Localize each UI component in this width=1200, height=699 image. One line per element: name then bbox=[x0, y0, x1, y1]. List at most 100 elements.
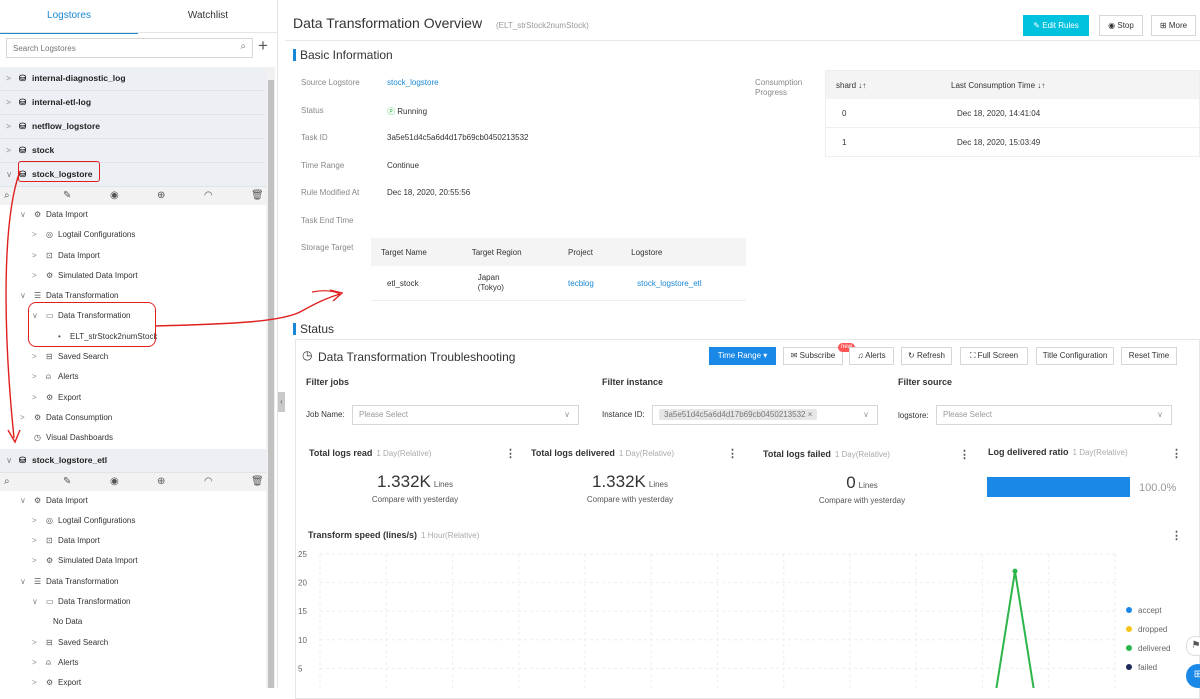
edit-icon[interactable]: ✎ bbox=[63, 476, 71, 488]
kebab-menu-icon[interactable]: ⋮ bbox=[1171, 529, 1182, 542]
kebab-menu-icon[interactable]: ⋮ bbox=[959, 448, 970, 461]
tree-node[interactable]: > ◎ Logtail Configurations bbox=[0, 511, 266, 531]
stop-button[interactable]: ◉ Stop bbox=[1099, 15, 1143, 36]
chevron-down-icon: ∨ bbox=[6, 169, 13, 179]
status-section-title: Status bbox=[300, 322, 335, 336]
chevron-down-icon: ∨ bbox=[32, 597, 38, 607]
gear-icon: ⚙ bbox=[46, 392, 54, 402]
filter-instance-title: Filter instance bbox=[602, 377, 664, 387]
instance-id-select[interactable]: 3a5e51d4c5a6d4d17b69cb0450213532 × ∨ bbox=[652, 405, 878, 425]
tree-node[interactable]: > ⊡ Data Import bbox=[0, 531, 266, 551]
section-marker bbox=[293, 49, 296, 61]
folder-icon: ▭ bbox=[46, 597, 54, 607]
locate-icon[interactable]: ⊕ bbox=[157, 190, 165, 202]
logstore-item-expanded[interactable]: ∨ ⛁ stock_logstore_etl bbox=[0, 448, 266, 473]
kebab-menu-icon[interactable]: ⋮ bbox=[505, 447, 516, 460]
tree-node[interactable]: > ⊟ Saved Search bbox=[0, 347, 266, 367]
title-configuration-button[interactable]: Title Configuration bbox=[1036, 347, 1114, 365]
target-logstore-link[interactable]: stock_logstore_etl bbox=[621, 266, 746, 301]
tree-node[interactable]: > ⚙ Data Consumption bbox=[0, 408, 266, 428]
tab-logstores[interactable]: Logstores bbox=[0, 0, 138, 34]
eye-icon[interactable]: ◉ bbox=[110, 190, 119, 202]
legend-marker bbox=[1126, 626, 1132, 632]
chevron-right-icon: > bbox=[32, 392, 37, 402]
logstore-item[interactable]: > ⛁ internal-diagnostic_log bbox=[0, 67, 266, 91]
logstore-item[interactable]: > ⛁ stock bbox=[0, 139, 266, 163]
table-row: etl_stock Japan (Tokyo) tecblog stock_log… bbox=[371, 266, 746, 301]
tree-node[interactable]: > ⊡ Data Import bbox=[0, 246, 266, 266]
tree-node[interactable]: ◷ Visual Dashboards bbox=[0, 428, 266, 448]
gauge-icon[interactable]: ◠ bbox=[204, 476, 213, 488]
chevron-down-icon: ∨ bbox=[564, 410, 570, 419]
sidebar-scrollbar-thumb[interactable] bbox=[268, 80, 274, 688]
tree-node[interactable]: > ◎ Logtail Configurations bbox=[0, 225, 266, 245]
reset-time-button[interactable]: Reset Time bbox=[1121, 347, 1177, 365]
search-icon[interactable]: ⌕ bbox=[4, 190, 10, 202]
series-line-delivered bbox=[995, 571, 1035, 688]
time-range-button[interactable]: Time Range ▾ bbox=[709, 347, 776, 365]
main-content: Data Transformation Overview (ELT_strSto… bbox=[285, 0, 1200, 699]
remove-tag-icon[interactable]: × bbox=[808, 410, 813, 419]
gauge-icon[interactable]: ◠ bbox=[204, 190, 213, 202]
tree-node[interactable]: > ⍝ Alerts bbox=[0, 367, 266, 387]
locate-icon[interactable]: ⊕ bbox=[157, 476, 165, 488]
trash-icon[interactable]: 🗑 bbox=[251, 476, 264, 488]
tree-node[interactable]: ∨ ▭ Data Transformation bbox=[0, 592, 266, 612]
kebab-menu-icon[interactable]: ⋮ bbox=[1171, 447, 1182, 460]
tree-node-label: Data Import bbox=[58, 250, 100, 260]
edit-rules-button[interactable]: ✎ Edit Rules bbox=[1023, 15, 1089, 36]
project-link[interactable]: tecblog bbox=[558, 266, 622, 301]
tree-node[interactable]: No Data bbox=[0, 612, 266, 632]
tree-node[interactable]: > ⚙ Export bbox=[0, 673, 266, 688]
tree-node[interactable]: > ⊟ Saved Search bbox=[0, 633, 266, 653]
kpi-title: Log delivered ratio 1 Day(Relative) bbox=[988, 447, 1128, 457]
tree-node[interactable]: > ⚙ Simulated Data Import bbox=[0, 551, 266, 571]
edit-icon[interactable]: ✎ bbox=[63, 190, 71, 202]
grid-icon: ⊞ bbox=[1159, 21, 1169, 30]
full-screen-button[interactable]: ⛶ Full Screen bbox=[960, 347, 1028, 365]
subscribe-button[interactable]: ✉ Subscribe bbox=[783, 347, 843, 365]
tab-watchlist[interactable]: Watchlist bbox=[138, 0, 277, 32]
search-icon[interactable]: ⌕ bbox=[4, 476, 10, 488]
tree-node-label: Data Consumption bbox=[46, 412, 113, 422]
sidebar-collapse-handle[interactable]: ‹ bbox=[278, 392, 285, 412]
refresh-button[interactable]: ↻ Refresh bbox=[901, 347, 952, 365]
logstore-item[interactable]: > ⛁ netflow_logstore bbox=[0, 115, 266, 139]
chevron-down-icon: ∨ bbox=[20, 576, 26, 586]
search-box: ⌕ bbox=[6, 38, 253, 58]
tree-node[interactable]: ∨ ⚙ Data Import bbox=[0, 205, 266, 225]
search-icon[interactable]: ⌕ bbox=[240, 41, 246, 52]
alerts-button[interactable]: ♫ Alerts bbox=[849, 347, 894, 365]
add-logstore-icon[interactable]: + bbox=[258, 36, 268, 56]
tree-node[interactable]: ∨ ☰ Data Transformation bbox=[0, 572, 266, 592]
refresh-icon: ↻ bbox=[908, 351, 917, 360]
tree-node[interactable]: > ⚙ Export bbox=[0, 388, 266, 408]
search-input[interactable] bbox=[7, 39, 239, 57]
database-icon: ⛁ bbox=[19, 121, 27, 131]
chevron-down-icon: ∨ bbox=[20, 291, 26, 301]
logstore-item[interactable]: > ⛁ internal-etl-log bbox=[0, 91, 266, 115]
eye-icon[interactable]: ◉ bbox=[110, 476, 119, 488]
feedback-icon[interactable]: ⚑ bbox=[1186, 636, 1200, 656]
instance-id-label: Instance ID: bbox=[602, 410, 645, 419]
tree-node[interactable]: > ⍝ Alerts bbox=[0, 653, 266, 673]
kebab-menu-icon[interactable]: ⋮ bbox=[727, 447, 738, 460]
shard-header[interactable]: shard ↓↑ bbox=[825, 70, 941, 99]
more-button[interactable]: ⊞ More bbox=[1151, 15, 1196, 36]
data-point bbox=[1012, 568, 1018, 574]
trash-icon[interactable]: 🗑 bbox=[251, 190, 264, 202]
tree-node-label: Alerts bbox=[58, 372, 79, 382]
job-name-select[interactable]: Please Select ∨ bbox=[352, 405, 579, 425]
tree-node[interactable]: ∨ ⚙ Data Import bbox=[0, 491, 266, 511]
logstore-filter-select[interactable]: Please Select ∨ bbox=[936, 405, 1172, 425]
source-logstore-label: Source Logstore bbox=[301, 78, 360, 87]
legend-label: failed bbox=[1138, 663, 1157, 672]
source-logstore-link[interactable]: stock_logstore bbox=[387, 78, 439, 87]
tree-node-label: Data Import bbox=[46, 495, 88, 505]
target-icon: ◎ bbox=[46, 515, 53, 525]
consumption-time-header[interactable]: Last Consumption Time ↓↑ bbox=[941, 70, 1200, 99]
time-range-value: Continue bbox=[387, 161, 420, 170]
dashboard-icon: ◷ bbox=[34, 433, 41, 443]
kpi-compare: Compare with yesterday bbox=[818, 496, 906, 505]
tree-node[interactable]: > ⚙ Simulated Data Import bbox=[0, 266, 266, 286]
